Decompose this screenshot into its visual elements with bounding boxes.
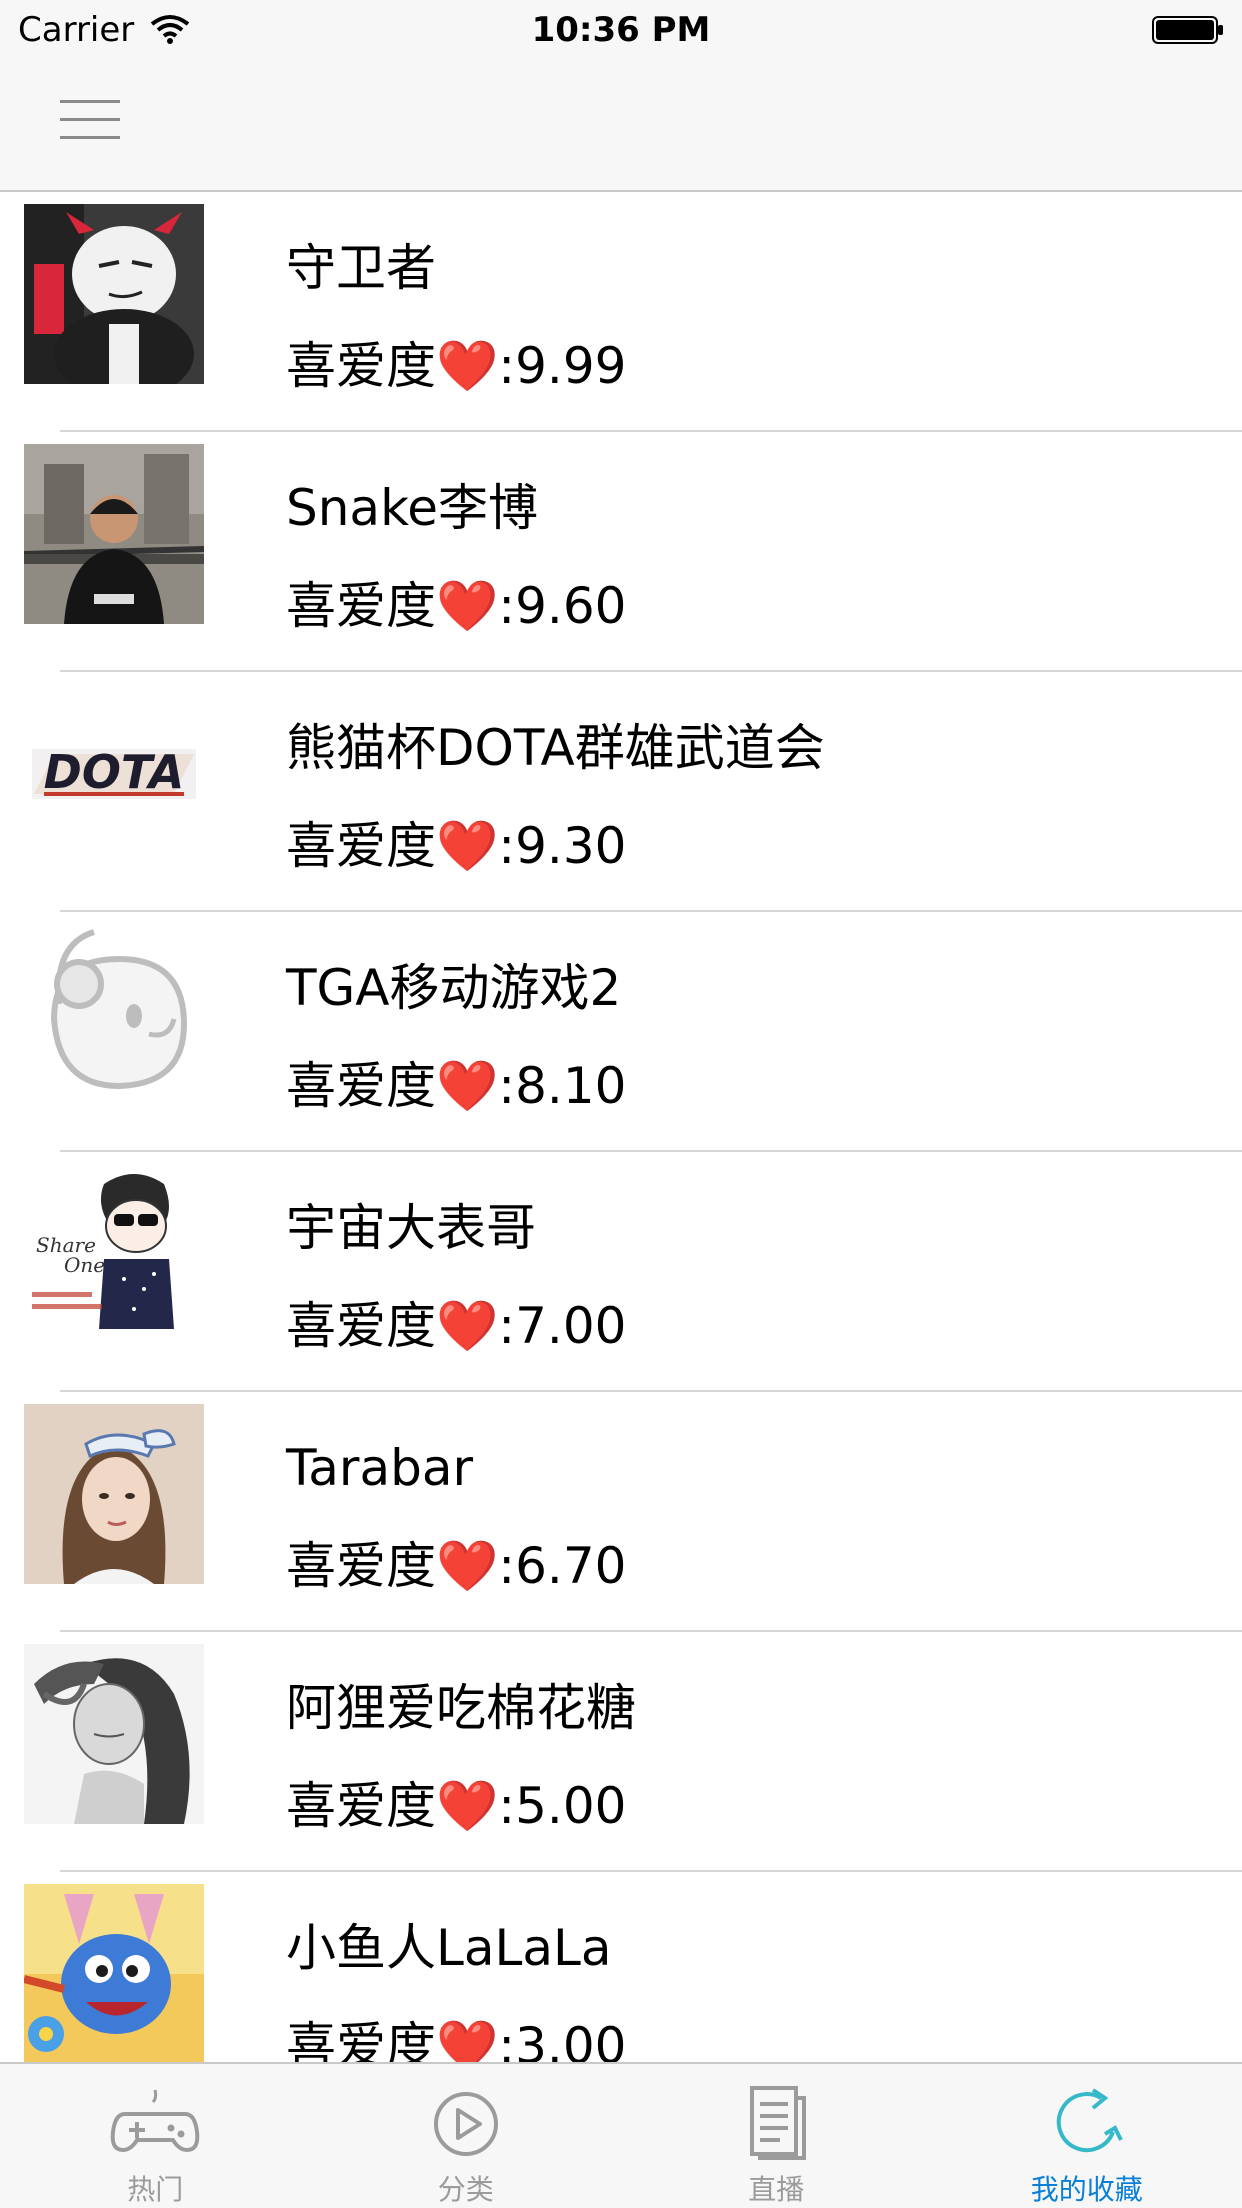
- item-title: 宇宙大表哥: [286, 1199, 536, 1257]
- battery-icon: [1152, 16, 1223, 44]
- item-rating: 喜爱度❤️:3.00: [286, 2016, 626, 2062]
- heart-icon: ❤️: [436, 1777, 499, 1835]
- dota-logo-text: DOTA: [44, 745, 185, 799]
- item-title: 阿狸爱吃棉花糖: [286, 1679, 636, 1737]
- item-title: 守卫者: [286, 239, 436, 297]
- avatar: DOTA: [24, 684, 204, 864]
- status-bar: Carrier 10:36 PM: [0, 0, 1242, 60]
- tab-live[interactable]: 直播: [621, 2064, 932, 2208]
- avatar: [24, 204, 204, 384]
- heart-icon: ❤️: [436, 577, 499, 635]
- tab-bar: 热门 分类 直播 我的收藏: [0, 2062, 1242, 2208]
- item-title: 小鱼人LaLaLa: [286, 1919, 612, 1977]
- item-rating: 喜爱度❤️:9.60: [286, 577, 627, 635]
- play-circle-icon: [433, 2092, 498, 2156]
- document-icon: [750, 2086, 807, 2160]
- avatar: [24, 1884, 204, 2062]
- list-item[interactable]: DOTA 熊猫杯DOTA群雄武道会 喜爱度❤️:9.30: [0, 672, 1242, 912]
- menu-button[interactable]: [52, 90, 124, 150]
- list-item[interactable]: Snake李博 喜爱度❤️:9.60: [0, 432, 1242, 672]
- heart-icon: ❤️: [436, 817, 499, 875]
- navigation-bar: [0, 60, 1242, 192]
- list-item[interactable]: 守卫者 喜爱度❤️:9.99: [0, 192, 1242, 432]
- list-item[interactable]: 小鱼人LaLaLa 喜爱度❤️:3.00: [0, 1872, 1242, 2062]
- item-rating: 喜爱度❤️:8.10: [286, 1057, 627, 1115]
- item-title: Snake李博: [286, 479, 539, 537]
- tab-my-favorites[interactable]: 我的收藏: [932, 2064, 1242, 2208]
- item-title: 熊猫杯DOTA群雄武道会: [286, 719, 825, 777]
- tab-hot[interactable]: 热门: [0, 2064, 311, 2208]
- tab-label: 热门: [127, 2173, 184, 2206]
- heart-icon: ❤️: [436, 337, 499, 395]
- tab-label: 分类: [437, 2173, 494, 2206]
- avatar: [24, 444, 204, 624]
- avatar: [24, 1404, 204, 1584]
- item-rating: 喜爱度❤️:6.70: [286, 1537, 627, 1595]
- tab-category[interactable]: 分类: [311, 2064, 622, 2208]
- heart-icon: ❤️: [436, 2017, 499, 2062]
- favorites-list[interactable]: 守卫者 喜爱度❤️:9.99 Snake李博 喜爱度❤️:9.60 DOTA 熊…: [0, 192, 1242, 2062]
- tab-label: 我的收藏: [1030, 2173, 1143, 2206]
- list-item[interactable]: Tarabar 喜爱度❤️:6.70: [0, 1392, 1242, 1632]
- heart-icon: ❤️: [436, 1537, 499, 1595]
- list-item[interactable]: 阿狸爱吃棉花糖 喜爱度❤️:5.00: [0, 1632, 1242, 1872]
- avatar: [24, 924, 204, 1104]
- heart-icon: ❤️: [436, 1057, 499, 1115]
- item-rating: 喜爱度❤️:7.00: [286, 1297, 627, 1355]
- item-title: Tarabar: [286, 1439, 474, 1497]
- clock: 10:36 PM: [531, 10, 711, 50]
- item-title: TGA移动游戏2: [286, 959, 622, 1017]
- refresh-icon: [1056, 2088, 1123, 2153]
- avatar: Share One: [24, 1164, 204, 1344]
- avatar: [24, 1644, 204, 1824]
- item-rating: 喜爱度❤️:9.30: [286, 817, 627, 875]
- screen: Carrier 10:36 PM 守卫者 喜爱度❤️:9.99 Snake李博 …: [0, 0, 1242, 2208]
- svg-text:One: One: [64, 1253, 105, 1277]
- tab-label: 直播: [748, 2173, 805, 2206]
- heart-icon: ❤️: [436, 1297, 499, 1355]
- list-item[interactable]: TGA移动游戏2 喜爱度❤️:8.10: [0, 912, 1242, 1152]
- list-item[interactable]: Share One 宇宙大表哥 喜爱度❤️:7.00: [0, 1152, 1242, 1392]
- item-rating: 喜爱度❤️:9.99: [286, 337, 627, 395]
- item-rating: 喜爱度❤️:5.00: [286, 1777, 627, 1835]
- gamepad-icon: [110, 2089, 200, 2153]
